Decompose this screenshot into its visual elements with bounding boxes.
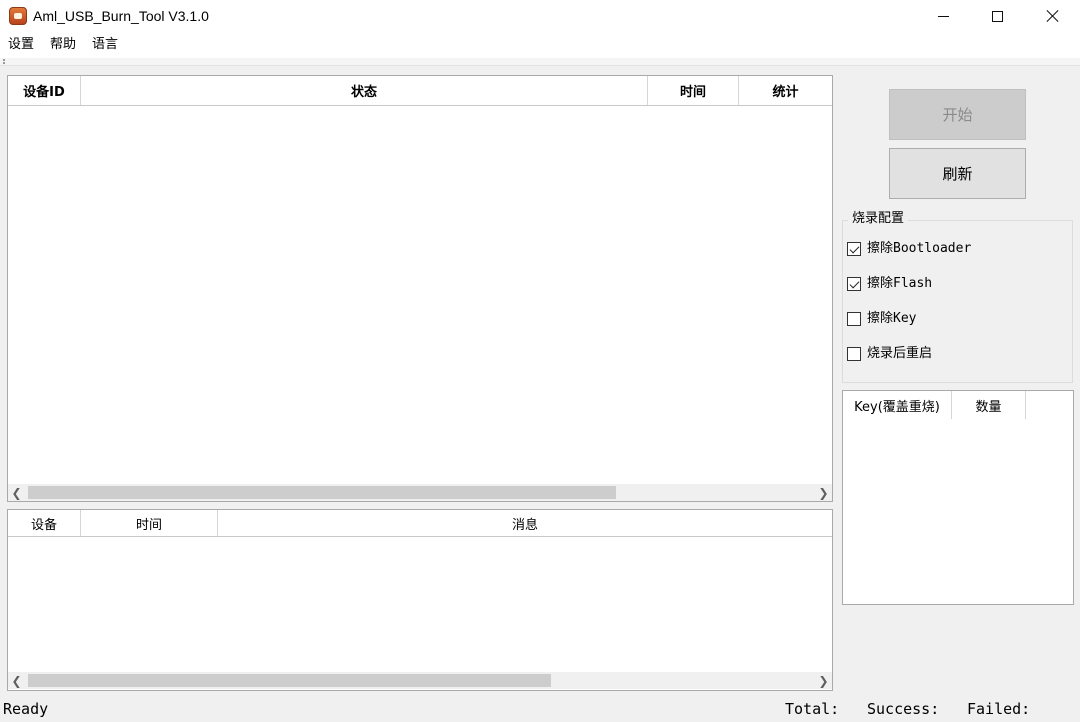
column-count[interactable]: 数量 <box>952 391 1026 419</box>
chevron-right-icon[interactable]: ❯ <box>815 484 832 501</box>
device-list-scrollbar[interactable]: ❮ ❯ <box>8 484 832 501</box>
maximize-icon <box>991 10 1003 22</box>
checkbox-label: 擦除Key <box>867 311 917 326</box>
column-device-id[interactable]: 设备ID <box>8 76 81 105</box>
menu-item-language[interactable]: 语言 <box>92 37 118 53</box>
checkbox-label: 擦除Bootloader <box>867 241 972 256</box>
title-bar: Aml_USB_Burn_Tool V3.1.0 <box>0 0 1080 32</box>
menu-item-settings[interactable]: 设置 <box>8 37 34 53</box>
chevron-right-icon[interactable]: ❯ <box>815 672 832 689</box>
menu-item-help[interactable]: 帮助 <box>50 37 76 53</box>
log-list-scrollbar[interactable]: ❮ ❯ <box>8 672 832 689</box>
status-bar: Ready Total: Success: Failed: <box>0 698 1080 722</box>
checkbox-erase-bootloader[interactable]: 擦除Bootloader <box>847 241 971 257</box>
checkbox-box[interactable] <box>847 242 861 256</box>
checkbox-reboot-after-burn[interactable]: 烧录后重启 <box>847 346 932 362</box>
toolbar-grip <box>0 58 1080 66</box>
app-icon <box>9 7 27 25</box>
checkbox-label: 烧录后重启 <box>867 346 933 361</box>
column-status[interactable]: 状态 <box>81 76 648 105</box>
checkbox-box[interactable] <box>847 312 861 326</box>
checkbox-erase-key[interactable]: 擦除Key <box>847 311 916 327</box>
start-button[interactable]: 开始 <box>889 89 1026 140</box>
device-list[interactable]: 设备ID 状态 时间 统计 ❮ ❯ <box>7 75 833 502</box>
checkbox-label: 擦除Flash <box>867 276 933 291</box>
column-log-time[interactable]: 时间 <box>81 510 218 536</box>
column-statistics[interactable]: 统计 <box>739 76 832 105</box>
checkbox-erase-flash[interactable]: 擦除Flash <box>847 276 932 292</box>
key-list-header: Key(覆盖重烧) 数量 <box>843 391 1073 419</box>
scrollbar-thumb[interactable] <box>28 486 616 499</box>
log-list-header: 设备 时间 消息 <box>8 510 832 537</box>
status-total: Total: <box>785 700 840 718</box>
close-button[interactable] <box>1026 0 1080 32</box>
status-success: Success: <box>867 700 940 718</box>
checkbox-box[interactable] <box>847 277 861 291</box>
minimize-icon <box>937 15 949 17</box>
maximize-button[interactable] <box>970 0 1024 32</box>
log-list[interactable]: 设备 时间 消息 ❮ ❯ <box>7 509 833 691</box>
burn-config-title: 烧录配置 <box>848 211 909 227</box>
window-title: Aml_USB_Burn_Tool V3.1.0 <box>33 8 209 24</box>
chevron-left-icon[interactable]: ❮ <box>8 484 25 501</box>
column-device[interactable]: 设备 <box>8 510 81 536</box>
checkbox-box[interactable] <box>847 347 861 361</box>
refresh-button[interactable]: 刷新 <box>889 148 1026 199</box>
scrollbar-thumb[interactable] <box>28 674 551 687</box>
key-list[interactable]: Key(覆盖重烧) 数量 <box>842 390 1074 605</box>
device-list-header: 设备ID 状态 时间 统计 <box>8 76 832 106</box>
status-failed: Failed: <box>967 700 1031 718</box>
minimize-button[interactable] <box>916 0 970 32</box>
chevron-left-icon[interactable]: ❮ <box>8 672 25 689</box>
menu-bar: 设置 帮助 语言 <box>0 32 1080 58</box>
column-key[interactable]: Key(覆盖重烧) <box>843 391 952 419</box>
close-icon <box>1046 9 1060 23</box>
column-message[interactable]: 消息 <box>218 510 832 536</box>
status-ready: Ready <box>3 700 49 718</box>
column-time[interactable]: 时间 <box>648 76 739 105</box>
